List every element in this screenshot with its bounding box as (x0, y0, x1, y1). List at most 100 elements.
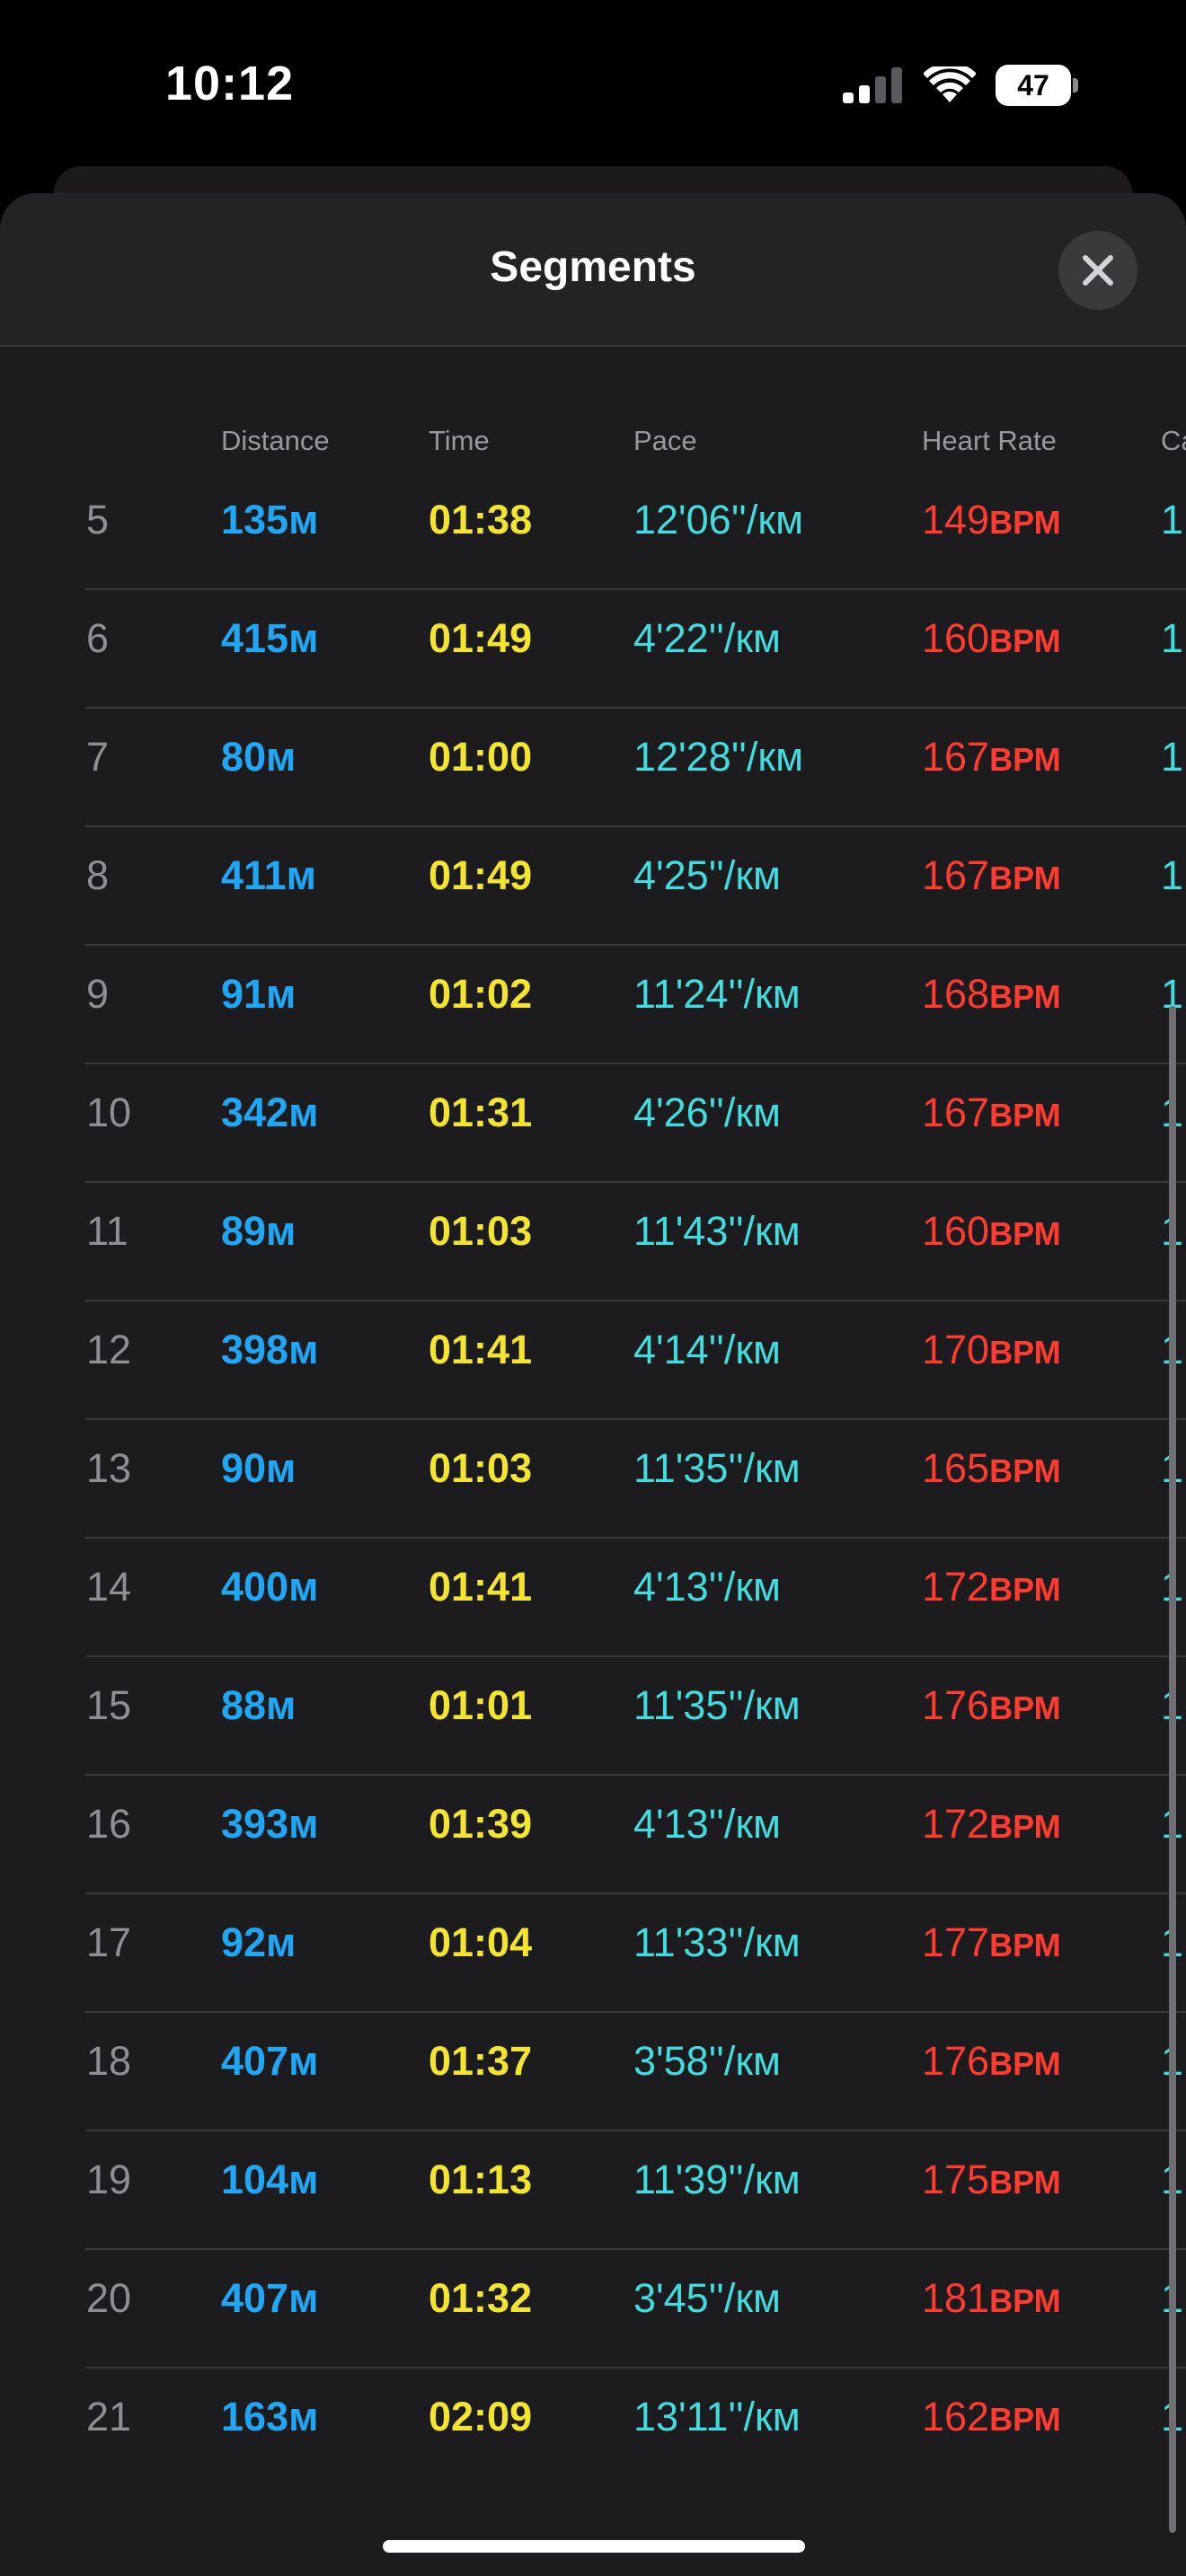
segment-number: 8 (86, 852, 110, 898)
segment-number: 20 (86, 2275, 132, 2321)
table-row: 16393м01:394'13''/км172ВРМ1 (0, 1776, 1186, 1894)
heart-rate-unit: ВРМ (989, 1571, 1061, 1608)
status-icons: 47 (843, 63, 1078, 108)
segment-heart-rate: 172ВРМ (922, 1799, 1061, 1852)
segment-heart-rate: 167ВРМ (922, 851, 1061, 904)
segment-number: 11 (86, 1208, 128, 1254)
segment-pace: 3'45''/км (633, 2275, 781, 2321)
segment-number: 7 (86, 734, 110, 780)
table-row: 14400м01:414'13''/км172ВРМ1 (0, 1539, 1186, 1657)
heart-rate-value: 170 (922, 1327, 990, 1372)
home-indicator[interactable] (383, 2540, 805, 2553)
segment-heart-rate: 149ВРМ (922, 495, 1061, 548)
close-button[interactable] (1058, 231, 1137, 310)
segment-pace: 3'58''/км (633, 2038, 781, 2084)
segment-pace: 11'35''/км (633, 1445, 801, 1491)
segment-time: 01:02 (429, 971, 533, 1017)
heart-rate-unit: ВРМ (989, 978, 1061, 1015)
heart-rate-value: 149 (922, 497, 990, 543)
segment-pace: 4'13''/км (633, 1801, 781, 1847)
segment-number: 5 (86, 497, 110, 543)
segment-heart-rate: 177ВРМ (922, 1918, 1061, 1971)
segment-pace: 11'24''/км (633, 971, 801, 1017)
table-row: 5 135м 01:38 12'06''/км 149ВРМ 1 (0, 472, 1186, 590)
segment-number: 19 (86, 2157, 132, 2202)
segment-distance: 88м (221, 1682, 296, 1728)
heart-rate-unit: ВРМ (989, 1097, 1061, 1134)
segment-time: 01:03 (429, 1208, 533, 1254)
table-row: 18407м01:373'58''/км176ВРМ1 (0, 2013, 1186, 2131)
table-row: 1189м01:0311'43''/км160ВРМ1 (0, 1183, 1186, 1301)
segment-time: 01:39 (429, 1801, 533, 1847)
segment-heart-rate: 176ВРМ (922, 1681, 1061, 1734)
segment-time: 01:32 (429, 2275, 533, 2321)
segment-distance: 92м (221, 1919, 296, 1965)
segment-number: 12 (86, 1327, 132, 1372)
segment-time: 01:03 (429, 1445, 533, 1491)
table-row: 1792м01:0411'33''/км177ВРМ1 (0, 1894, 1186, 2013)
heart-rate-value: 167 (922, 734, 990, 780)
heart-rate-unit: ВРМ (989, 1334, 1061, 1371)
heart-rate-unit: ВРМ (989, 1215, 1061, 1252)
segment-heart-rate: 172ВРМ (922, 1562, 1061, 1615)
segment-distance: 407м (221, 2038, 319, 2084)
segment-pace: 4'13''/км (633, 1564, 781, 1610)
segment-time: 01:41 (429, 1327, 533, 1372)
segment-time: 01:13 (429, 2157, 533, 2202)
table-row: 7 80м 01:00 12'28''/км 167ВРМ 1 (0, 709, 1186, 827)
segment-pace: 11'39''/км (633, 2157, 801, 2202)
close-icon (1083, 255, 1113, 286)
heart-rate-unit: ВРМ (989, 504, 1061, 541)
table-row: 21163м02:0913'11''/км162ВРМ1 (0, 2369, 1186, 2487)
heart-rate-value: 165 (922, 1445, 990, 1491)
segment-distance: 393м (221, 1801, 319, 1847)
heart-rate-unit: ВРМ (989, 1452, 1061, 1489)
segments-rows: 5 135м 01:38 12'06''/км 149ВРМ 1 6 415м 01:49 4'2… (0, 472, 1186, 2487)
segment-distance: 90м (221, 1445, 296, 1491)
column-header-distance: Distance (221, 425, 330, 456)
scroll-indicator[interactable] (1169, 1006, 1176, 2533)
segment-distance: 407м (221, 2275, 319, 2321)
segment-heart-rate: 165ВРМ (922, 1443, 1061, 1496)
segment-pace: 12'06''/км (633, 497, 804, 543)
segment-distance: 342м (221, 1090, 319, 1135)
segment-distance: 135м (221, 497, 319, 543)
heart-rate-value: 167 (922, 852, 990, 898)
column-header-cadence: Ca (1161, 425, 1186, 456)
segment-heart-rate: 168ВРМ (922, 969, 1061, 1022)
segment-time: 01:00 (429, 734, 533, 780)
segment-cadence: 1 (1161, 615, 1184, 661)
segments-sheet: Segments Distance Time Pace Heart Rate C… (0, 193, 1186, 2576)
segment-distance: 89м (221, 1208, 296, 1254)
heart-rate-unit: ВРМ (989, 2282, 1061, 2319)
segment-number: 13 (86, 1445, 132, 1491)
heart-rate-unit: ВРМ (989, 1808, 1061, 1845)
battery-level: 47 (996, 65, 1071, 106)
segment-cadence: 1 (1161, 734, 1184, 780)
table-row: 8 411м 01:49 4'25''/км 167ВРМ 1 (0, 827, 1186, 946)
table-row: 1390м01:0311'35''/км165ВРМ1 (0, 1420, 1186, 1539)
table-row: 19104м01:1311'39''/км175ВРМ1 (0, 2131, 1186, 2250)
segment-number: 6 (86, 615, 110, 661)
battery-cap (1073, 78, 1078, 93)
heart-rate-unit: ВРМ (989, 1689, 1061, 1726)
heart-rate-value: 162 (922, 2394, 990, 2439)
segment-time: 02:09 (429, 2394, 533, 2439)
heart-rate-unit: ВРМ (989, 2164, 1061, 2201)
segment-distance: 104м (221, 2157, 319, 2202)
segment-pace: 4'14''/км (633, 1327, 781, 1372)
table-row: 6 415м 01:49 4'22''/км 160ВРМ 1 (0, 590, 1186, 709)
segment-cadence: 1 (1161, 852, 1184, 898)
table-row: 12398м01:414'14''/км170ВРМ1 (0, 1301, 1186, 1420)
heart-rate-value: 176 (922, 1682, 990, 1728)
segment-pace: 4'26''/км (633, 1090, 781, 1135)
column-header-pace: Pace (633, 425, 697, 456)
battery-icon: 47 (996, 65, 1078, 106)
heart-rate-value: 167 (922, 1090, 990, 1135)
heart-rate-value: 160 (922, 615, 990, 661)
segment-number: 17 (86, 1919, 132, 1965)
segment-pace: 4'25''/км (633, 852, 781, 898)
sheet-title: Segments (490, 243, 696, 291)
table-row: 1588м01:0111'35''/км176ВРМ1 (0, 1657, 1186, 1776)
sheet-header: Segments (0, 193, 1186, 347)
